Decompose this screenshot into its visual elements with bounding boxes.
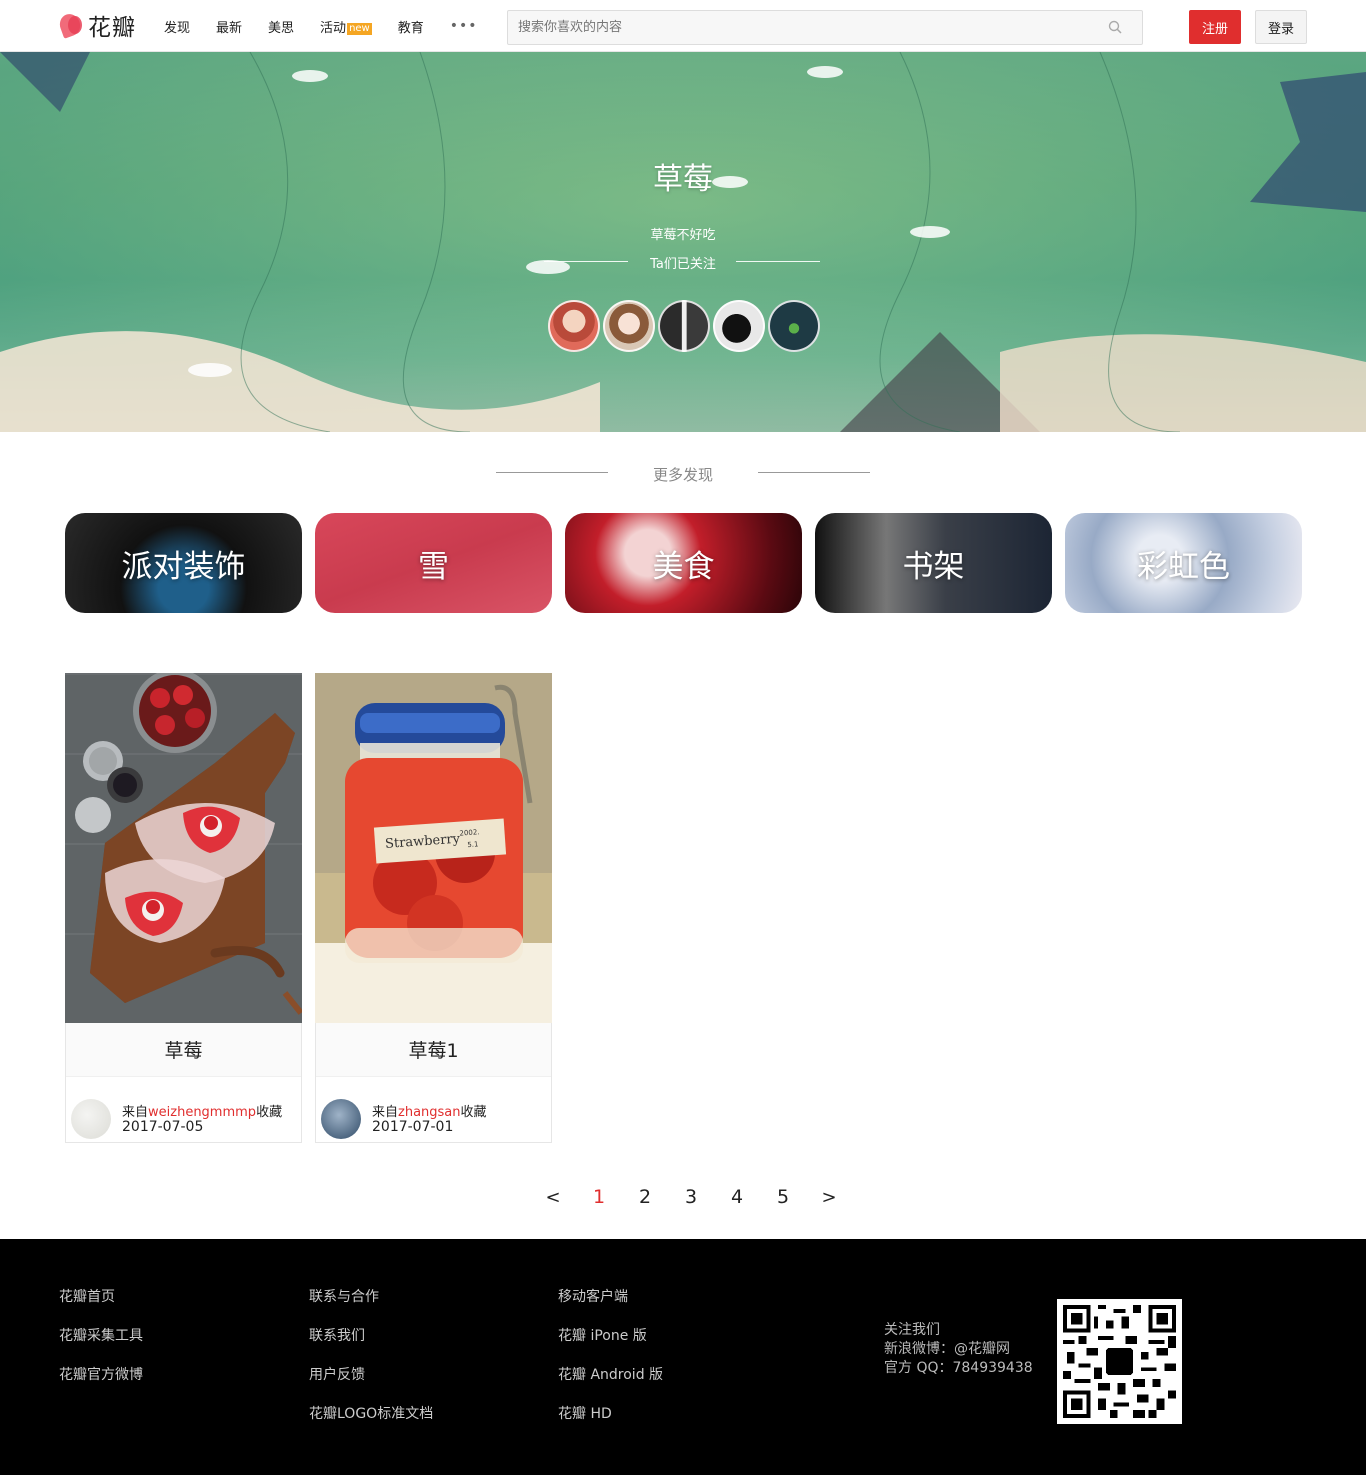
follower-avatars xyxy=(548,300,823,352)
nav-activity-label: 活动 xyxy=(320,20,347,36)
user-link[interactable]: weizhengmmmp xyxy=(148,1105,256,1120)
footer-link-hd[interactable]: 花瓣 HD xyxy=(558,1406,663,1423)
follower-avatar[interactable] xyxy=(603,300,655,352)
site-logo[interactable]: 花瓣 xyxy=(56,10,136,41)
footer-link-weibo[interactable]: 花瓣官方微博 xyxy=(59,1367,143,1384)
footer-col-mobile: 移动客户端 花瓣 iPone 版 花瓣 Android 版 花瓣 HD xyxy=(558,1289,663,1445)
footer-link-contact[interactable]: 联系我们 xyxy=(309,1328,433,1345)
search-input[interactable] xyxy=(508,11,1098,44)
next-page-button[interactable]: > xyxy=(806,1187,852,1208)
qr-code xyxy=(1057,1299,1182,1424)
pin-date: 2017-07-01 xyxy=(372,1119,454,1135)
pin-source: 来自zhangsan收藏 xyxy=(372,1101,487,1120)
discover-topics: 派对装饰 雪 美食 书架 彩虹色 xyxy=(65,513,1315,613)
svg-text:2002.: 2002. xyxy=(459,828,480,837)
source-prefix: 来自 xyxy=(372,1105,399,1120)
divider-line xyxy=(736,261,820,262)
pin-card[interactable]: Strawberry 2002. 5.1 草莓1 来自zhangsan收藏 20… xyxy=(315,673,552,1143)
follower-avatar[interactable] xyxy=(548,300,600,352)
topic-bookshelf[interactable]: 书架 xyxy=(815,513,1052,613)
weibo-account: 新浪微博：@花瓣网 xyxy=(884,1341,1010,1357)
footer-link-iphone[interactable]: 花瓣 iPone 版 xyxy=(558,1328,663,1345)
qr-code-image xyxy=(1063,1305,1176,1418)
strawberry-jar-photo: Strawberry 2002. 5.1 xyxy=(315,673,552,1023)
follower-avatar[interactable] xyxy=(713,300,765,352)
page-5[interactable]: 5 xyxy=(760,1186,806,1208)
page-1[interactable]: 1 xyxy=(576,1186,622,1208)
divider-line xyxy=(758,472,870,473)
prev-page-button[interactable]: < xyxy=(530,1187,576,1208)
pin-date: 2017-07-05 xyxy=(122,1119,204,1135)
source-prefix: 来自 xyxy=(122,1105,149,1120)
strawberry-dessert-photo xyxy=(65,673,302,1023)
footer-link-cooperation[interactable]: 联系与合作 xyxy=(309,1289,433,1306)
source-suffix: 收藏 xyxy=(256,1105,283,1120)
pin-title: 草莓1 xyxy=(316,1023,551,1077)
pin-meta: 来自zhangsan收藏 2017-07-01 xyxy=(316,1077,551,1143)
login-button[interactable]: 登录 xyxy=(1255,10,1307,44)
user-avatar[interactable] xyxy=(71,1099,111,1139)
page-2[interactable]: 2 xyxy=(622,1186,668,1208)
logo-text: 花瓣 xyxy=(88,15,136,41)
page-4[interactable]: 4 xyxy=(714,1186,760,1208)
pin-title: 草莓 xyxy=(66,1023,301,1077)
topic-rainbow[interactable]: 彩虹色 xyxy=(1065,513,1302,613)
topic-label: 美食 xyxy=(652,548,715,585)
board-description: 草莓不好吃 xyxy=(650,228,716,243)
topic-label: 派对装饰 xyxy=(121,548,246,585)
follow-us-title: 关注我们 xyxy=(884,1322,940,1338)
footer-link-mobile[interactable]: 移动客户端 xyxy=(558,1289,663,1306)
topic-label: 彩虹色 xyxy=(1137,548,1230,585)
topic-party-decor[interactable]: 派对装饰 xyxy=(65,513,302,613)
followers-label: Ta们已关注 xyxy=(650,257,716,272)
pin-source: 来自weizhengmmmp收藏 xyxy=(122,1101,282,1120)
more-menu-icon[interactable]: ••• xyxy=(450,18,478,34)
topic-food[interactable]: 美食 xyxy=(565,513,802,613)
nav-activity[interactable]: 活动 new xyxy=(320,17,372,36)
nav-education[interactable]: 教育 xyxy=(398,17,424,36)
follower-avatar[interactable] xyxy=(768,300,820,352)
source-suffix: 收藏 xyxy=(460,1105,487,1120)
topic-label: 雪 xyxy=(418,548,449,585)
user-avatar[interactable] xyxy=(321,1099,361,1139)
nav-discover[interactable]: 发现 xyxy=(164,17,190,36)
topic-label: 书架 xyxy=(902,548,965,585)
follower-avatar[interactable] xyxy=(658,300,710,352)
pin-image[interactable] xyxy=(65,673,302,1023)
footer-link-collector[interactable]: 花瓣采集工具 xyxy=(59,1328,143,1345)
user-link[interactable]: zhangsan xyxy=(398,1105,461,1120)
top-header: 花瓣 发现 最新 美思 活动new 教育 ••• 注册 登录 xyxy=(0,0,1366,52)
search-box xyxy=(507,10,1143,45)
nav-latest[interactable]: 最新 xyxy=(216,17,242,36)
pin-image[interactable]: Strawberry 2002. 5.1 xyxy=(315,673,552,1023)
svg-text:5.1: 5.1 xyxy=(467,840,479,849)
pin-card[interactable]: 草莓 来自weizhengmmmp收藏 2017-07-05 xyxy=(65,673,302,1143)
footer-link-feedback[interactable]: 用户反馈 xyxy=(309,1367,433,1384)
pin-meta: 来自weizhengmmmp收藏 2017-07-05 xyxy=(66,1077,301,1143)
qq-number: 官方 QQ：784939438 xyxy=(884,1360,1033,1376)
board-title: 草莓 xyxy=(653,162,713,197)
footer-link-logo-doc[interactable]: 花瓣LOGO标准文档 xyxy=(309,1406,433,1423)
pin-grid: 草莓 来自weizhengmmmp收藏 2017-07-05 Strawberr… xyxy=(65,673,565,1143)
footer-link-android[interactable]: 花瓣 Android 版 xyxy=(558,1367,663,1384)
nav-meisi[interactable]: 美思 xyxy=(268,17,294,36)
site-footer: 花瓣首页 花瓣采集工具 花瓣官方微博 联系与合作 联系我们 用户反馈 花瓣LOG… xyxy=(0,1239,1366,1475)
new-badge: new xyxy=(347,22,372,35)
register-button[interactable]: 注册 xyxy=(1189,10,1241,44)
footer-col-contact: 联系与合作 联系我们 用户反馈 花瓣LOGO标准文档 xyxy=(309,1289,433,1445)
pagination: < 1 2 3 4 5 > xyxy=(530,1184,852,1210)
page-3[interactable]: 3 xyxy=(668,1186,714,1208)
more-discover-title: 更多发现 xyxy=(652,466,713,484)
main-nav: 发现 最新 美思 活动 new 教育 ••• xyxy=(164,0,478,52)
logo-petal-icon xyxy=(56,11,84,39)
footer-col-site: 花瓣首页 花瓣采集工具 花瓣官方微博 xyxy=(59,1289,143,1406)
topic-snow[interactable]: 雪 xyxy=(315,513,552,613)
footer-link-home[interactable]: 花瓣首页 xyxy=(59,1289,143,1306)
follow-us-info: 关注我们 新浪微博：@花瓣网 官方 QQ：784939438 xyxy=(884,1321,1033,1378)
board-banner: 草莓 草莓不好吃 Ta们已关注 xyxy=(0,52,1366,432)
search-icon[interactable] xyxy=(1108,20,1122,34)
